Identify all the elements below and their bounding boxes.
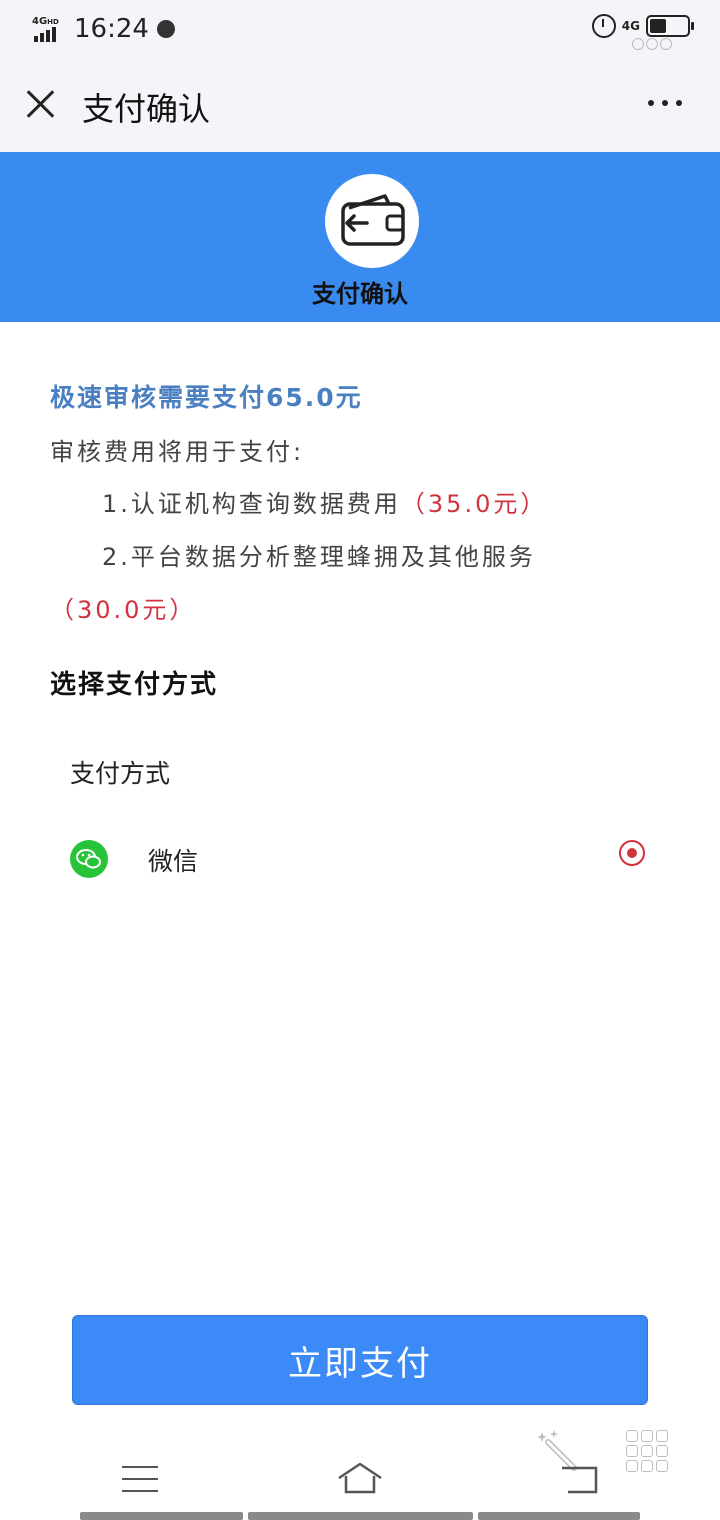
- payment-option-wechat[interactable]: 微信: [0, 818, 720, 898]
- keyboard-icon[interactable]: [626, 1430, 668, 1472]
- fee-item-1-amount: （35.0元）: [400, 490, 548, 518]
- signal-icon: 4GHD: [32, 16, 64, 42]
- battery-icon: [646, 15, 694, 37]
- status-left: 4GHD 16:24: [32, 14, 175, 44]
- menu-icon[interactable]: [122, 1466, 158, 1492]
- nav-bar: 支付确认: [0, 60, 720, 152]
- status-right: 4G: [591, 14, 694, 38]
- wechat-radio[interactable]: [619, 840, 645, 866]
- back-icon[interactable]: [560, 1466, 598, 1494]
- fee-intro: 审核费用将用于支付:: [50, 438, 305, 466]
- page-title: 支付确认: [82, 90, 211, 128]
- more-options-icon[interactable]: [648, 100, 682, 106]
- fee-item-1: 1.认证机构查询数据费用（35.0元）: [102, 484, 547, 519]
- status-time: 16:24: [74, 14, 149, 44]
- wechat-label: 微信: [148, 847, 199, 876]
- fee-item-2-amount: （30.0元）: [50, 596, 197, 624]
- gesture-bar-left: [80, 1512, 243, 1520]
- wechat-icon: [70, 840, 108, 878]
- fee-item-1-text: 1.认证机构查询数据费用: [102, 490, 401, 518]
- page-indicator-icon: [632, 38, 672, 50]
- alarm-icon: [591, 14, 616, 38]
- network-type-right: 4G: [621, 19, 640, 33]
- browser-icon: [156, 20, 175, 38]
- network-type-left: 4GHD: [32, 16, 59, 27]
- home-icon[interactable]: [336, 1460, 384, 1496]
- close-icon[interactable]: [24, 88, 56, 120]
- banner-title: 支付确认: [312, 280, 408, 308]
- status-bar: 4GHD 16:24 4G: [0, 0, 720, 60]
- gesture-bar-right: [478, 1512, 640, 1520]
- wallet-icon: [325, 174, 419, 268]
- payment-section-title: 选择支付方式: [50, 670, 219, 700]
- system-nav-bar: [0, 1420, 720, 1520]
- fee-headline: 极速审核需要支付65.0元: [50, 383, 363, 412]
- gesture-bar-center: [248, 1512, 473, 1520]
- pay-now-button[interactable]: 立即支付: [72, 1315, 648, 1405]
- header-banner: 支付确认: [0, 152, 720, 322]
- payment-method-label: 支付方式: [70, 759, 171, 788]
- fee-item-2-text: 2.平台数据分析整理蜂拥及其他服务: [102, 543, 536, 571]
